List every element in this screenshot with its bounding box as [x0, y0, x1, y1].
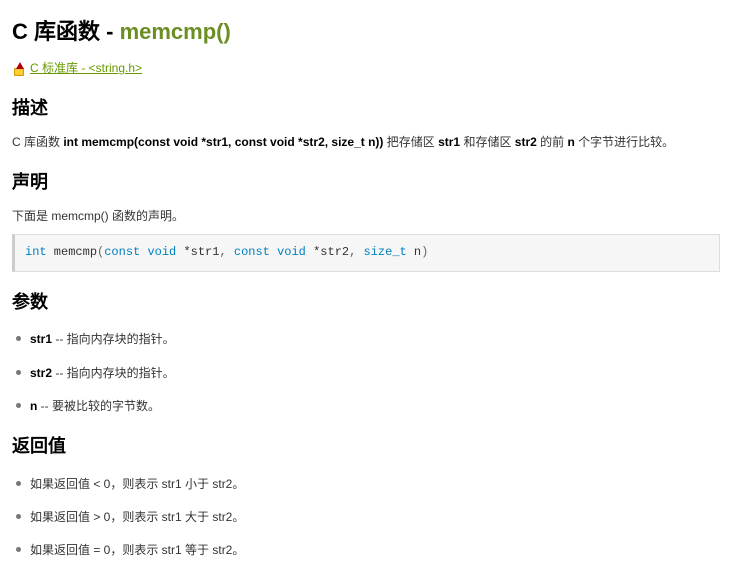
list-item: n -- 要被比较的字节数。 [12, 397, 720, 416]
code-block: int memcmp(const void *str1, const void … [12, 234, 720, 271]
params-list: str1 -- 指向内存块的指针。 str2 -- 指向内存块的指针。 n --… [12, 330, 720, 416]
category-link[interactable]: C 标准库 - <string.h> [30, 59, 142, 78]
section-heading-declaration: 声明 [12, 168, 720, 197]
list-item: 如果返回值 < 0，则表示 str1 小于 str2。 [12, 475, 720, 494]
list-item: str2 -- 指向内存块的指针。 [12, 364, 720, 383]
up-arrow-icon [12, 62, 26, 76]
section-heading-returns: 返回值 [12, 432, 720, 461]
section-heading-params: 参数 [12, 288, 720, 317]
list-item: 如果返回值 = 0，则表示 str1 等于 str2。 [12, 541, 720, 560]
list-item: str1 -- 指向内存块的指针。 [12, 330, 720, 349]
title-prefix: C 库函数 - [12, 19, 120, 44]
description-paragraph: C 库函数 int memcmp(const void *str1, const… [12, 133, 720, 152]
list-item: 如果返回值 > 0，则表示 str1 大于 str2。 [12, 508, 720, 527]
section-heading-description: 描述 [12, 94, 720, 123]
description-signature: int memcmp(const void *str1, const void … [63, 135, 383, 149]
breadcrumb-row: C 标准库 - <string.h> [12, 59, 720, 78]
page-title: C 库函数 - memcmp() [12, 14, 720, 49]
title-function-name: memcmp() [120, 19, 231, 44]
declaration-intro: 下面是 memcmp() 函数的声明。 [12, 207, 720, 226]
returns-list: 如果返回值 < 0，则表示 str1 小于 str2。 如果返回值 > 0，则表… [12, 475, 720, 561]
